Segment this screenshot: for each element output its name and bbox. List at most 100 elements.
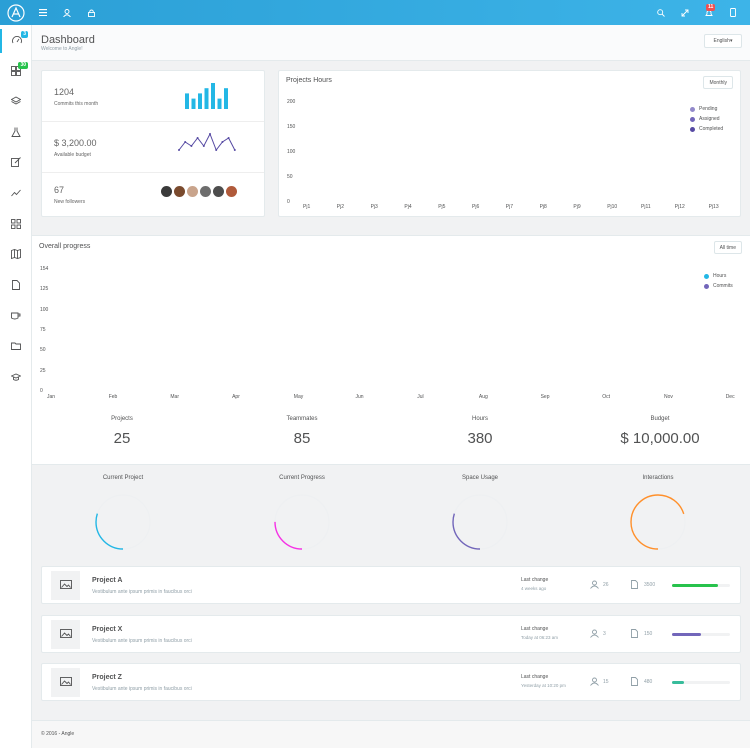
sidebar-item[interactable]	[0, 366, 32, 390]
avatar[interactable]	[226, 186, 237, 197]
x-tick-label: Pj1	[303, 204, 311, 210]
menu-icon[interactable]	[38, 8, 48, 18]
donut-label: Interactions	[642, 475, 674, 481]
monthly-button[interactable]: Monthly	[703, 76, 733, 89]
avatar[interactable]	[200, 186, 211, 197]
x-tick-label: Apr	[232, 394, 240, 400]
sidebar-item[interactable]	[0, 304, 32, 328]
sidebar-item[interactable]	[0, 90, 32, 114]
budget-value: $ 3,200.00	[54, 138, 97, 148]
summary-stat: Budget $ 10,000.00	[580, 416, 740, 447]
y-tick-label: 100	[40, 306, 49, 313]
x-tick-label: Pj2	[336, 204, 345, 210]
sidebar-item[interactable]	[0, 274, 32, 298]
sidebar-item[interactable]	[0, 335, 32, 359]
project-description: Vestibulum ante ipsum primis in faucibus…	[92, 686, 192, 692]
notification-icon[interactable]: 11	[704, 3, 716, 18]
page-subtitle: Welcome to Angle!	[41, 46, 83, 52]
y-tick-label: 0	[40, 387, 43, 394]
last-change-label: Last change	[521, 674, 549, 680]
all-time-button[interactable]: All time	[713, 241, 742, 254]
search-icon[interactable]	[656, 8, 666, 18]
tablet-icon[interactable]	[728, 8, 738, 18]
sidebar-item[interactable]	[0, 121, 32, 145]
sidebar-badge: 30	[18, 61, 28, 69]
graph-icon	[11, 188, 21, 200]
sidebar-item[interactable]	[0, 182, 32, 206]
image-icon	[59, 580, 72, 591]
summary-stat: Teammates 85	[222, 416, 382, 447]
sidebar-item[interactable]	[0, 151, 32, 175]
language-dropdown[interactable]: English ▾	[704, 34, 742, 48]
project-name[interactable]: Project X	[92, 626, 122, 633]
y-tick-label: 200	[287, 99, 296, 105]
legend-label: Commits	[713, 283, 733, 289]
summary-stat: Hours 380	[400, 416, 560, 447]
summary-stat: Projects 25	[42, 416, 202, 447]
members-count: 26	[603, 582, 609, 588]
commits-stat: 1204 Commits this month	[42, 71, 264, 122]
commits-sparkbar	[185, 83, 228, 109]
stats-panel: 1204 Commits this month $ 3,200.00 Avail…	[41, 70, 265, 217]
sidebar-item[interactable]	[0, 243, 32, 267]
sidebar-item[interactable]: 30	[0, 60, 32, 84]
projects-hours-panel: Projects Hours Monthly 200 150 100 50 0 Pj1 P…	[278, 70, 741, 217]
donut-chart	[452, 494, 508, 550]
footer	[32, 720, 750, 748]
brand-logo[interactable]	[0, 0, 32, 25]
lock-icon[interactable]	[86, 8, 96, 18]
image-icon	[59, 629, 72, 640]
project-row[interactable]: Project Z Vestibulum ante ipsum primis in…	[41, 663, 741, 701]
x-tick-label: Sep	[540, 394, 550, 400]
members-icon	[590, 629, 599, 640]
members-count: 15	[603, 679, 609, 685]
progress-bar	[672, 633, 730, 636]
project-row[interactable]: Project X Vestibulum ante ipsum primis in…	[41, 615, 741, 653]
legend-label: Assigned	[699, 116, 720, 122]
caret-down-icon: ▾	[729, 38, 733, 44]
avatar[interactable]	[187, 186, 198, 197]
y-tick-label: 100	[287, 149, 296, 155]
spark-bar	[185, 93, 189, 109]
sidebar-item[interactable]	[0, 213, 32, 237]
avatar[interactable]	[174, 186, 185, 197]
avatar[interactable]	[213, 186, 224, 197]
progress-fill	[672, 584, 719, 587]
notification-badge: 11	[706, 3, 716, 11]
budget-stat: $ 3,200.00 Available budget	[42, 122, 264, 173]
progress-bar	[672, 584, 730, 587]
legend-item: Commits	[704, 283, 733, 289]
legend-swatch	[690, 106, 695, 112]
x-tick-label: Pj10	[607, 204, 618, 210]
spark-bar	[198, 93, 202, 109]
y-tick-label: 25	[40, 367, 46, 374]
y-tick-label: 125	[40, 286, 49, 293]
followers-label: New followers	[54, 199, 86, 205]
x-tick-label: Nov	[664, 394, 673, 400]
graduation-icon	[10, 372, 22, 384]
y-tick-label: 154	[40, 266, 49, 272]
commits-value: 1204	[54, 87, 75, 97]
spark-point	[196, 137, 199, 139]
summary-label: Projects	[111, 416, 133, 422]
expand-icon[interactable]	[680, 8, 690, 18]
sidebar-item[interactable]: 3	[0, 29, 32, 53]
spark-point	[233, 149, 236, 151]
last-change-time: Today at 06:23 am	[521, 635, 559, 640]
members-icon	[590, 677, 599, 688]
project-name[interactable]: Project A	[92, 577, 122, 584]
x-tick-label: Pj4	[404, 204, 412, 210]
project-row[interactable]: Project A Vestibulum ante ipsum primis in…	[41, 566, 741, 604]
x-tick-label: Jul	[417, 394, 424, 400]
avatar[interactable]	[161, 186, 172, 197]
followers-stat: 67 New followers	[42, 173, 264, 224]
spark-point	[202, 145, 205, 147]
project-name[interactable]: Project Z	[92, 674, 122, 681]
file-icon	[631, 677, 638, 688]
user-icon[interactable]	[62, 8, 72, 18]
spark-point	[227, 137, 230, 139]
progress-fill	[672, 633, 701, 636]
x-tick-label: Pj5	[438, 204, 446, 210]
legend-item: Assigned	[690, 116, 723, 122]
summary-value: 25	[113, 430, 131, 447]
